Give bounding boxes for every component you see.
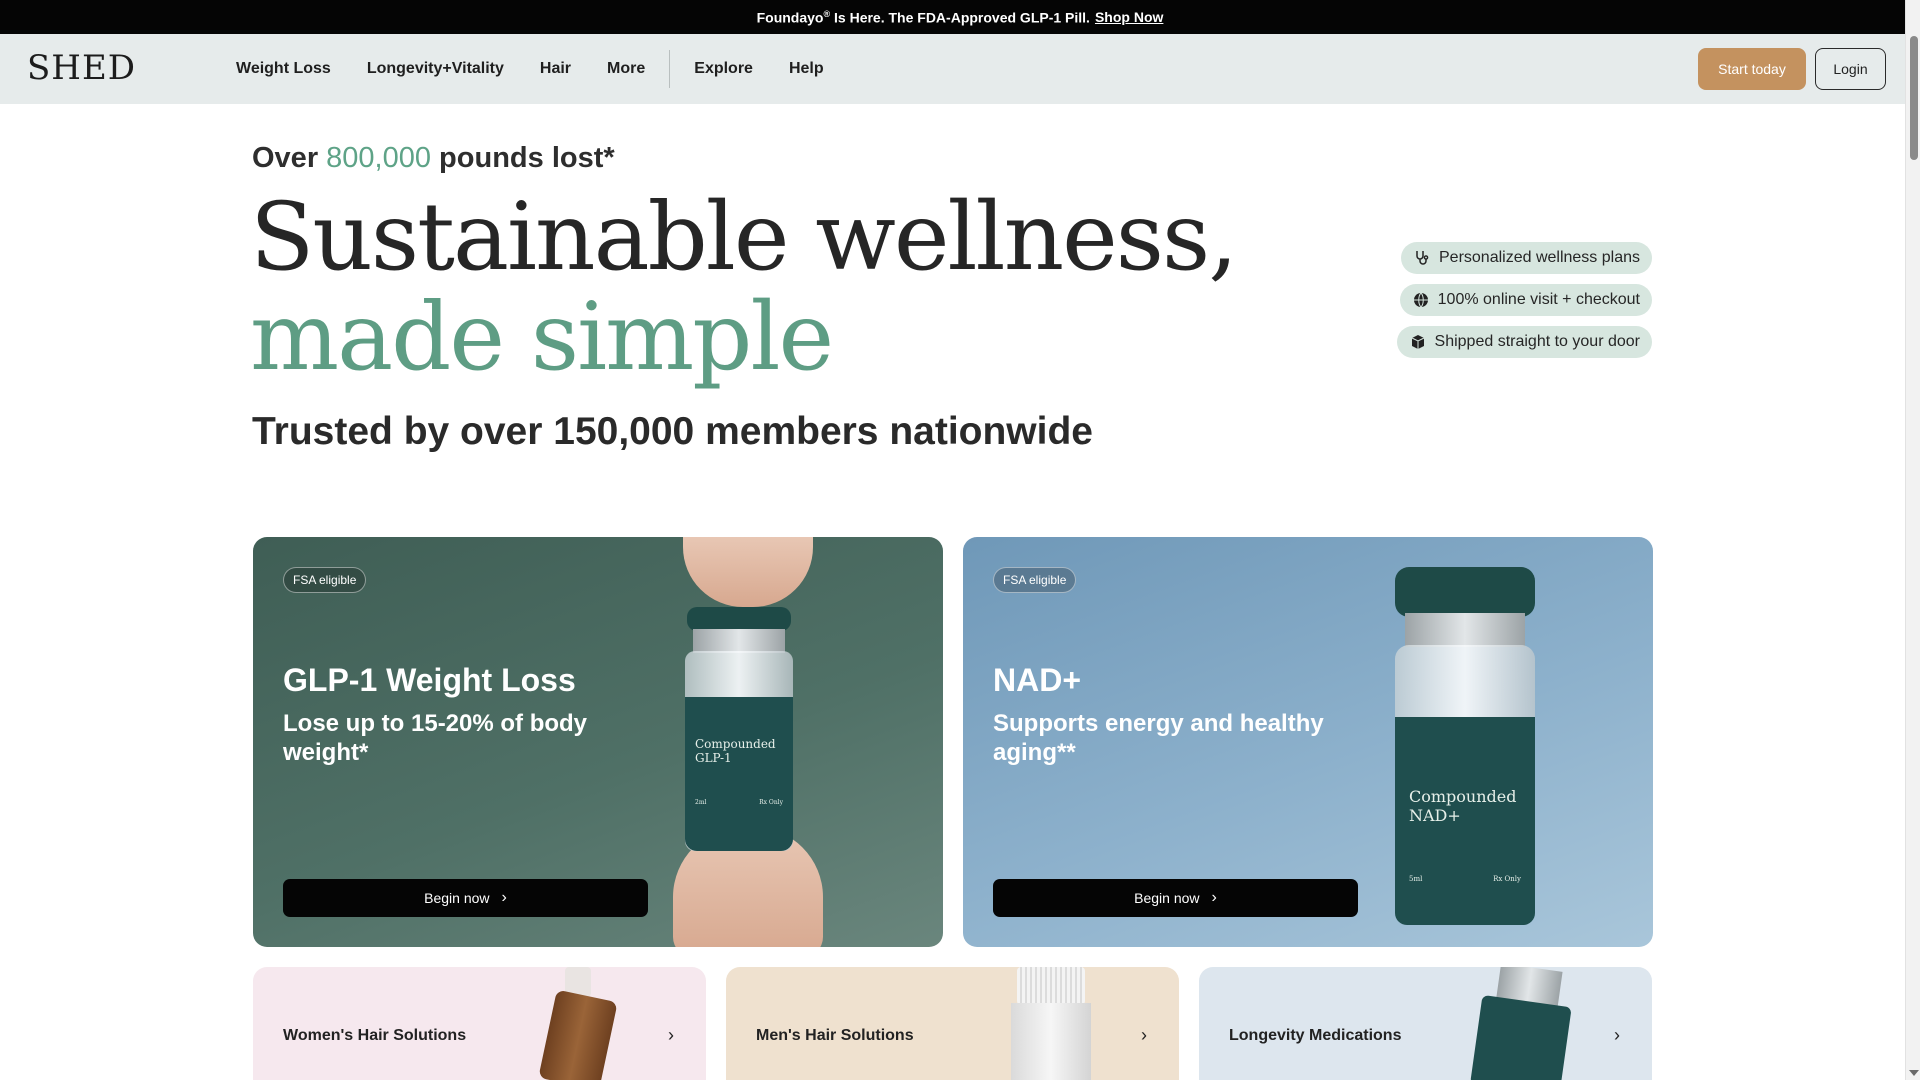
vial-label-text: Compounded <box>695 737 776 751</box>
vial-rx-text: Rx Only <box>1493 875 1521 883</box>
fsa-badge: FSA eligible <box>283 567 367 593</box>
vial-volume-text: 2ml <box>695 799 707 806</box>
nav-hair[interactable]: Hair <box>540 60 571 78</box>
feature-pill: Personalized wellness plans <box>1401 242 1652 274</box>
longevity-vial-image <box>1470 967 1577 1080</box>
card-title: GLP-1 Weight Loss <box>283 662 576 698</box>
announcement-bar: Foundayo® Is Here. The FDA-Approved GLP-… <box>0 0 1920 34</box>
nav-longevity-vitality[interactable]: Longevity+Vitality <box>367 60 504 78</box>
nav-more[interactable]: More <box>607 60 645 78</box>
longevity-medications-card[interactable]: Longevity Medications › <box>1199 967 1652 1080</box>
nav-weight-loss[interactable]: Weight Loss <box>236 60 331 78</box>
chevron-right-icon[interactable]: › <box>1614 1025 1620 1046</box>
pounds-lost-stat: Over 800,000 pounds lost* <box>252 142 615 174</box>
page-scrollbar[interactable] <box>1905 0 1920 1080</box>
nav-links: Weight Loss Longevity+Vitality Hair More… <box>236 34 860 104</box>
scrollbar-thumb[interactable] <box>1910 36 1918 160</box>
chevron-right-icon: › <box>501 889 507 906</box>
logo[interactable]: SHED <box>27 48 136 88</box>
begin-now-button[interactable]: Begin now › <box>993 879 1358 917</box>
mens-hair-card[interactable]: Men's Hair Solutions › <box>726 967 1179 1080</box>
card-title: NAD+ <box>993 662 1082 698</box>
glp1-vial-image: Compounded GLP-1 2ml Rx Only <box>685 607 793 851</box>
globe-icon <box>1412 291 1430 309</box>
begin-now-button[interactable]: Begin now › <box>283 879 648 917</box>
feature-pills: Personalized wellness plans 100% online … <box>1396 242 1652 368</box>
chevron-right-icon[interactable]: › <box>668 1025 674 1046</box>
vial-label-text: GLP-1 <box>695 751 732 765</box>
womens-hair-bottle-image <box>538 967 618 1080</box>
fsa-badge: FSA eligible <box>993 567 1077 593</box>
vial-label-text: NAD+ <box>1409 806 1461 825</box>
chevron-right-icon: › <box>1211 889 1217 906</box>
glp1-card[interactable]: FSA eligible GLP-1 Weight Loss Lose up t… <box>253 537 943 947</box>
chevron-right-icon[interactable]: › <box>1141 1025 1147 1046</box>
box-icon <box>1409 333 1427 351</box>
vial-rx-text: Rx Only <box>759 799 783 806</box>
womens-hair-card[interactable]: Women's Hair Solutions › <box>253 967 706 1080</box>
vial-volume-text: 5ml <box>1409 875 1423 883</box>
start-today-button[interactable]: Start today <box>1698 48 1806 90</box>
mini-card-label: Women's Hair Solutions <box>283 1027 467 1044</box>
hero-headline-accent: made simple <box>250 283 834 392</box>
mini-card-label: Longevity Medications <box>1229 1027 1402 1044</box>
nav-divider <box>669 50 671 88</box>
pounds-lost-number: 800,000 <box>326 142 431 174</box>
top-nav: SHED Weight Loss Longevity+Vitality Hair… <box>0 34 1905 104</box>
feature-pill: 100% online visit + checkout <box>1399 284 1652 316</box>
finger-image <box>683 537 813 607</box>
login-button[interactable]: Login <box>1815 48 1886 90</box>
card-subtitle: Supports energy and healthy aging** <box>993 710 1324 766</box>
nav-explore[interactable]: Explore <box>694 60 753 78</box>
mini-card-label: Men's Hair Solutions <box>756 1027 914 1044</box>
nad-card[interactable]: FSA eligible NAD+ Supports energy and he… <box>963 537 1653 947</box>
trusted-members-text: Trusted by over 150,000 members nationwi… <box>252 410 1093 453</box>
scroll-down-arrow-icon[interactable] <box>1909 1070 1919 1076</box>
card-subtitle: Lose up to 15-20% of body weight* <box>283 710 588 766</box>
nav-help[interactable]: Help <box>789 60 824 78</box>
stethoscope-icon <box>1413 249 1431 267</box>
hero-headline: Sustainable wellness, <box>250 183 1238 292</box>
vial-label-text: Compounded <box>1409 787 1517 806</box>
feature-pill: Shipped straight to your door <box>1396 326 1652 358</box>
shop-now-link[interactable]: Shop Now <box>1095 9 1163 25</box>
nad-vial-image: Compounded NAD+ 5ml Rx Only <box>1395 567 1535 927</box>
mens-hair-bottle-image <box>1011 967 1091 1080</box>
announcement-text: Foundayo® Is Here. The FDA-Approved GLP-… <box>756 8 1090 26</box>
